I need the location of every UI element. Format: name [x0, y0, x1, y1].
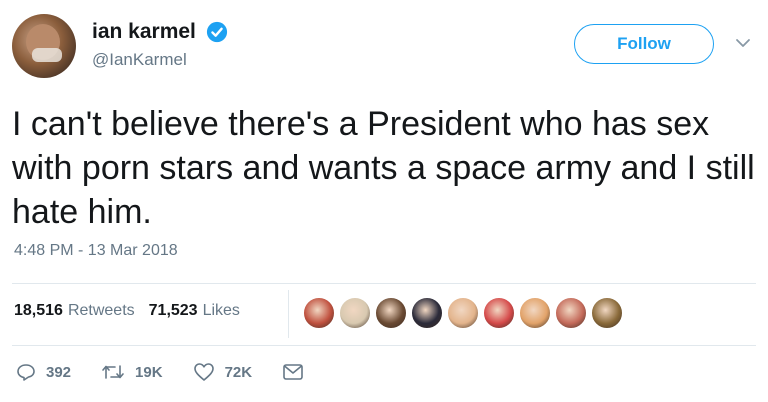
- message-action[interactable]: [282, 363, 314, 381]
- liker-avatars: [302, 296, 626, 330]
- liker-avatar[interactable]: [446, 296, 480, 330]
- stats-separator: [288, 290, 289, 338]
- reply-icon: [17, 364, 35, 381]
- retweet-icon: [102, 365, 124, 379]
- envelope-icon: [283, 364, 303, 380]
- like-count: 72K: [224, 363, 253, 381]
- liker-avatar[interactable]: [338, 296, 372, 330]
- retweet-count: 19K: [135, 363, 163, 381]
- likes-count[interactable]: 71,523: [149, 302, 198, 320]
- liker-avatar[interactable]: [374, 296, 408, 330]
- like-action[interactable]: 72K: [193, 362, 253, 382]
- reply-action[interactable]: 392: [16, 362, 71, 382]
- retweet-action[interactable]: 19K: [101, 362, 163, 382]
- tweet-header: ian karmel @IanKarmel Follow: [12, 14, 756, 84]
- heart-icon: [193, 363, 214, 381]
- divider-bottom: [12, 345, 756, 346]
- liker-avatar[interactable]: [482, 296, 516, 330]
- retweets-label[interactable]: Retweets: [68, 302, 135, 320]
- liker-avatar[interactable]: [590, 296, 624, 330]
- retweets-count[interactable]: 18,516: [14, 302, 63, 320]
- verified-badge-icon: [207, 21, 228, 43]
- follow-button[interactable]: Follow: [574, 24, 714, 64]
- divider-top: [12, 283, 756, 284]
- likes-label[interactable]: Likes: [203, 302, 240, 320]
- chevron-down-icon[interactable]: [734, 34, 752, 52]
- tweet-stats: 18,516 Retweets 71,523 Likes: [14, 302, 254, 320]
- user-names: ian karmel @IanKarmel: [92, 20, 228, 70]
- tweet-timestamp[interactable]: 4:48 PM - 13 Mar 2018: [14, 242, 178, 260]
- display-name[interactable]: ian karmel: [92, 20, 196, 44]
- avatar-glass: [32, 48, 62, 62]
- liker-avatar[interactable]: [302, 296, 336, 330]
- tweet-text: I can't believe there's a President who …: [12, 105, 755, 231]
- user-handle[interactable]: @IanKarmel: [92, 50, 228, 70]
- liker-avatar[interactable]: [518, 296, 552, 330]
- liker-avatar[interactable]: [410, 296, 444, 330]
- liker-avatar[interactable]: [554, 296, 588, 330]
- reply-count: 392: [46, 363, 72, 381]
- avatar[interactable]: [12, 14, 76, 78]
- tweet-actions: 392 19K 72K: [16, 362, 344, 382]
